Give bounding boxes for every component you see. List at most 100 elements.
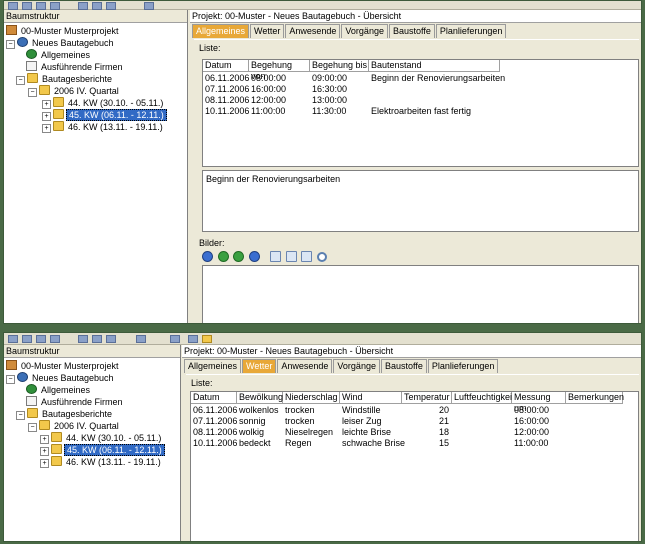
- first-image-icon[interactable]: [202, 251, 213, 263]
- tree-node-project[interactable]: − Neues Bautagebuch: [6, 37, 116, 49]
- toolbar-cut-icon[interactable]: [78, 335, 88, 343]
- expand-icon[interactable]: +: [40, 447, 49, 456]
- tab-planlieferungen[interactable]: Planlieferungen: [427, 359, 499, 373]
- col-wind[interactable]: Wind: [340, 392, 402, 404]
- tab-wetter[interactable]: Wetter: [250, 24, 285, 38]
- cell-datum: 08.11.2006: [193, 427, 238, 437]
- cell-bis: 13:00:00: [312, 95, 348, 105]
- col-datum[interactable]: Datum: [191, 392, 237, 404]
- toolbar-cut-icon[interactable]: [78, 2, 88, 10]
- tree-node-allgemeines[interactable]: Allgemeines: [26, 49, 92, 61]
- collapse-icon[interactable]: −: [16, 76, 25, 85]
- tree-node-quarter[interactable]: −2006 IV. Quartal: [28, 85, 121, 97]
- previous-image-icon[interactable]: [217, 251, 229, 263]
- tree-node-kw46[interactable]: +46. KW (13.11. - 19.11.): [40, 456, 163, 468]
- tree-pane-title: Baumstruktur: [4, 10, 187, 23]
- toolbar-open-icon[interactable]: [22, 335, 32, 343]
- expand-icon[interactable]: +: [40, 435, 49, 444]
- screenshot-allgemeines: Baumstruktur 00-Muster Musterprojekt − Ne…: [3, 0, 642, 324]
- tree-node-project[interactable]: − Neues Bautagebuch: [6, 372, 116, 384]
- tree-node-quarter[interactable]: −2006 IV. Quartal: [28, 420, 121, 432]
- expand-icon[interactable]: +: [42, 100, 51, 109]
- next-image-icon[interactable]: [233, 251, 245, 263]
- folder-icon: [51, 432, 62, 442]
- toolbar-list-icon[interactable]: [170, 335, 180, 343]
- toolbar-paste-icon[interactable]: [106, 2, 116, 10]
- toolbar-save-icon[interactable]: [36, 2, 46, 10]
- tree-node-kw46[interactable]: +46. KW (13.11. - 19.11.): [42, 121, 165, 133]
- collapse-icon[interactable]: −: [6, 375, 15, 384]
- col-temperatur[interactable]: Temperatur: [402, 392, 452, 404]
- collapse-icon[interactable]: −: [28, 88, 37, 97]
- tree-node-root[interactable]: 00-Muster Musterprojekt: [6, 25, 121, 37]
- toolbar-print-icon[interactable]: [50, 2, 60, 10]
- toolbar-copy-icon[interactable]: [92, 335, 102, 343]
- tree-node-allgemeines[interactable]: Allgemeines: [26, 384, 92, 396]
- tree-node-berichte[interactable]: − Bautagesberichte: [16, 408, 114, 420]
- expand-icon[interactable]: +: [42, 124, 51, 133]
- folder-icon: [53, 109, 64, 119]
- tab-baustoffe[interactable]: Baustoffe: [380, 359, 427, 373]
- bilder-area[interactable]: [202, 265, 639, 323]
- col-datum[interactable]: Datum: [203, 60, 249, 72]
- toolbar-open-icon[interactable]: [22, 2, 32, 10]
- edit-image-icon[interactable]: [285, 251, 297, 263]
- collapse-icon[interactable]: −: [16, 411, 25, 420]
- person-icon: [26, 384, 37, 394]
- add-image-icon[interactable]: [270, 251, 282, 263]
- delete-image-icon[interactable]: [301, 251, 313, 263]
- tab-vorgaenge[interactable]: Vorgänge: [341, 24, 388, 38]
- col-niederschlag[interactable]: Niederschlag: [283, 392, 340, 404]
- col-bautenstand[interactable]: Bautenstand: [369, 60, 500, 72]
- col-bewoelkung[interactable]: Bewölkung: [237, 392, 283, 404]
- toolbar-paste-icon[interactable]: [106, 335, 116, 343]
- toolbar-new-icon[interactable]: [8, 335, 18, 343]
- zoom-image-icon[interactable]: [316, 251, 327, 262]
- expand-icon[interactable]: +: [42, 112, 51, 121]
- tab-allgemeines[interactable]: Allgemeines: [184, 359, 242, 373]
- tree-node-berichte[interactable]: − Bautagesberichte: [16, 73, 114, 85]
- col-begehung-von[interactable]: Begehung von: [249, 60, 310, 81]
- toolbar-help-icon[interactable]: [136, 335, 146, 343]
- bilder-toolbar: [202, 251, 329, 263]
- tree-node-root[interactable]: 00-Muster Musterprojekt: [6, 360, 121, 372]
- col-luftfeuchtigkeit[interactable]: Luftfeuchtigkeit: [452, 392, 515, 404]
- cell-von: 11:00:00: [251, 106, 286, 116]
- tree-node-firmen[interactable]: Ausführende Firmen: [26, 396, 125, 408]
- bautenstand-memo[interactable]: Beginn der Renovierungsarbeiten: [202, 170, 639, 232]
- tree-node-firmen[interactable]: Ausführende Firmen: [26, 61, 125, 73]
- last-image-icon[interactable]: [248, 251, 260, 263]
- cell-messung: 08:00:00: [514, 405, 550, 415]
- tab-planlieferungen[interactable]: Planlieferungen: [435, 24, 507, 38]
- cell-datum: 08.11.2006: [205, 95, 250, 105]
- tab-anwesende[interactable]: Anwesende: [285, 24, 341, 38]
- toolbar-new-icon[interactable]: [8, 2, 18, 10]
- toolbar-detail-icon[interactable]: [188, 335, 198, 343]
- col-begehung-bis[interactable]: Begehung bis: [310, 60, 369, 72]
- toolbar-help-icon[interactable]: [144, 2, 154, 10]
- wetter-list[interactable]: Datum Bewölkung Niederschlag Wind Temper…: [190, 391, 639, 541]
- person-icon: [26, 49, 37, 59]
- tab-anwesende[interactable]: Anwesende: [277, 359, 333, 373]
- tab-allgemeines[interactable]: Allgemeines: [192, 24, 250, 38]
- expand-icon[interactable]: +: [40, 459, 49, 468]
- tab-vorgaenge[interactable]: Vorgänge: [333, 359, 380, 373]
- tree-node-kw45[interactable]: +45. KW (06.11. - 12.11.): [40, 444, 165, 456]
- collapse-icon[interactable]: −: [6, 40, 15, 49]
- toolbar-print-icon[interactable]: [50, 335, 60, 343]
- tab-wetter[interactable]: Wetter: [242, 359, 277, 373]
- col-bemerkungen[interactable]: Bemerkungen: [566, 392, 624, 404]
- tree-node-kw44[interactable]: +44. KW (30.10. - 05.11.): [40, 432, 163, 444]
- collapse-icon[interactable]: −: [28, 423, 37, 432]
- toolbar-copy-icon[interactable]: [92, 2, 102, 10]
- tree-node-kw44[interactable]: +44. KW (30.10. - 05.11.): [42, 97, 165, 109]
- tree-node-kw45[interactable]: +45. KW (06.11. - 12.11.): [42, 109, 167, 121]
- cell-bewoelkung: sonnig: [239, 416, 266, 426]
- besuche-list[interactable]: Datum Begehung von Begehung bis Bautenst…: [202, 59, 639, 167]
- tab-baustoffe[interactable]: Baustoffe: [388, 24, 435, 38]
- tab-bar: Allgemeines Wetter Anwesende Vorgänge Ba…: [192, 24, 507, 38]
- cell-niederschlag: trocken: [285, 416, 315, 426]
- toolbar-folder-icon[interactable]: [202, 335, 212, 343]
- col-messung-um[interactable]: Messung um: [512, 392, 566, 413]
- toolbar-save-icon[interactable]: [36, 335, 46, 343]
